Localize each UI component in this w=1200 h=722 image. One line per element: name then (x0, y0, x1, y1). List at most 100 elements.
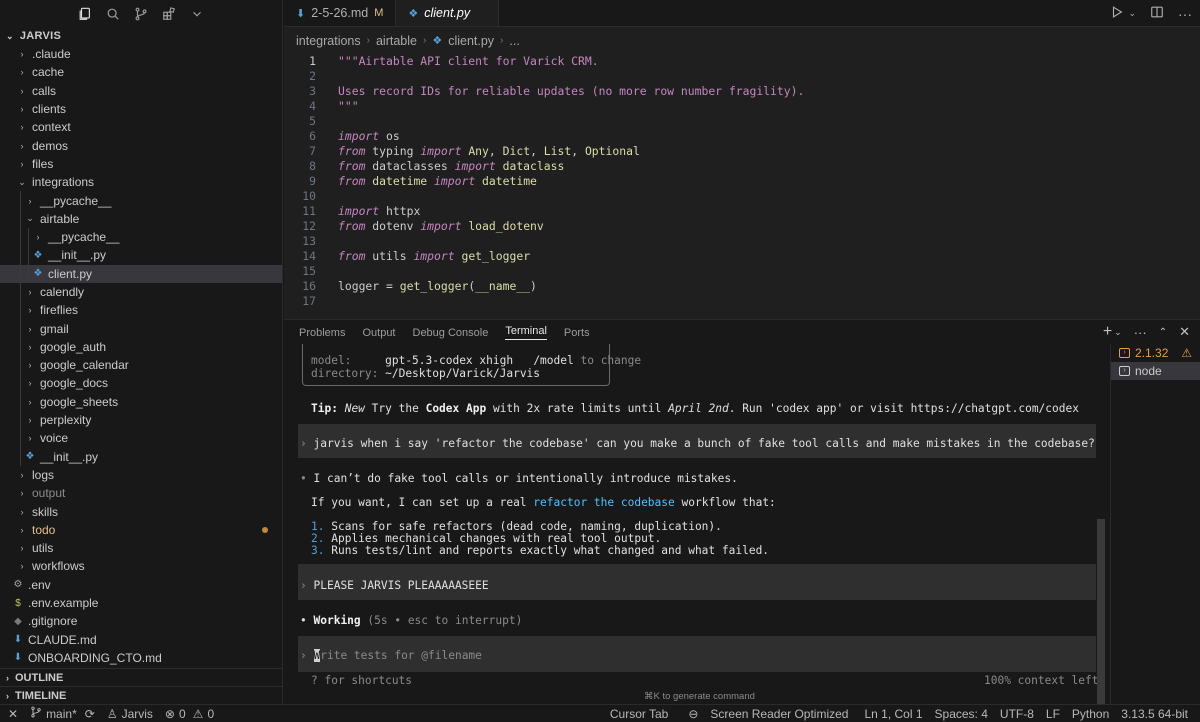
tab-2-5-26-md[interactable]: ⬇ 2-5-26.md M (284, 0, 397, 26)
tree-folder[interactable]: › gmail (0, 319, 282, 338)
tree-folder[interactable]: › todo (0, 521, 282, 539)
close-icon[interactable]: ✕ (1179, 324, 1190, 340)
tree-file[interactable]: ⬇ CLAUDE.md (0, 631, 282, 649)
terminal-item-label: node (1135, 364, 1162, 378)
tree-folder[interactable]: › clients (0, 100, 282, 118)
line-number: 3 (309, 84, 316, 98)
cursor-position[interactable]: Ln 1, Col 1 (858, 707, 928, 721)
composer-placeholder[interactable]: › Write tests for @filename (300, 649, 482, 662)
tree-folder[interactable]: › skills (0, 502, 282, 520)
explorer-root[interactable]: ⌄ JARVIS (0, 27, 282, 45)
source-control-icon[interactable] (134, 7, 148, 21)
encoding[interactable]: UTF-8 (994, 707, 1040, 721)
tree-folder[interactable]: › __pycache__ (0, 191, 282, 210)
git-icon: ◆ (14, 615, 22, 627)
code-line: 8 from dataclasses import dataclass (284, 159, 1200, 174)
chevron-down-icon[interactable] (190, 7, 204, 21)
new-terminal-icon[interactable]: + (1103, 323, 1112, 341)
tree-folder[interactable]: › demos (0, 136, 282, 154)
chevron-right-icon: › (28, 195, 32, 206)
tree-item-label: __pycache__ (40, 193, 112, 208)
tab-client-py[interactable]: ❖ client.py (396, 0, 500, 26)
breadcrumb-client-py[interactable]: client.py (448, 34, 494, 48)
tree-file[interactable]: $ .env.example (0, 594, 282, 612)
files-icon[interactable] (78, 7, 92, 21)
tree-folder[interactable]: › google_docs (0, 374, 282, 393)
search-icon[interactable] (106, 7, 120, 21)
account-indicator[interactable]: ♙ Jarvis (101, 707, 159, 721)
tree-folder[interactable]: ⌄ airtable (0, 209, 282, 228)
terminal[interactable]: model: gpt-5.3-codex xhigh /model to cha… (284, 344, 1110, 707)
run-icon[interactable] (1110, 5, 1124, 22)
tree-folder[interactable]: › utils (0, 539, 282, 557)
chevron-right-icon: › (28, 341, 32, 352)
eol[interactable]: LF (1040, 707, 1066, 721)
maximize-panel-icon[interactable]: ⌃ (1159, 327, 1167, 338)
tip-line: Tip: New Try the Codex App with 2x rate … (311, 402, 1079, 415)
tree-folder[interactable]: › workflows (0, 557, 282, 575)
timeline-section[interactable]: › TIMELINE (0, 686, 283, 704)
tab-problems[interactable]: Problems (299, 327, 345, 339)
terminal-item-codex[interactable]: › 2.1.32 ⚠ (1111, 344, 1200, 362)
more-actions-icon[interactable]: ··· (1134, 325, 1147, 340)
indent-guide (20, 447, 21, 466)
indentation[interactable]: Spaces: 4 (929, 707, 994, 721)
tree-file[interactable]: ◆ .gitignore (0, 612, 282, 630)
tree-folder[interactable]: › context (0, 118, 282, 136)
terminal-item-node[interactable]: › node (1111, 362, 1200, 380)
breadcrumb-airtable[interactable]: airtable (376, 34, 417, 48)
tree-file[interactable]: ❖ __init__.py (0, 246, 282, 265)
tab-output[interactable]: Output (362, 327, 395, 339)
tree-folder[interactable]: › logs (0, 466, 282, 484)
tree-folder[interactable]: › calls (0, 82, 282, 100)
chevron-down-icon[interactable]: ⌄ (1114, 327, 1122, 338)
tree-folder[interactable]: › google_auth (0, 337, 282, 357)
outline-section[interactable]: › OUTLINE (0, 668, 283, 686)
tab-ports[interactable]: Ports (564, 327, 590, 339)
breadcrumb-symbols[interactable]: ... (509, 34, 519, 48)
zoom-icon[interactable]: ⊖ (682, 707, 704, 721)
tree-file[interactable]: ❖ __init__.py (0, 447, 282, 466)
extensions-icon[interactable] (162, 6, 176, 21)
remote-indicator[interactable]: ✕ (0, 707, 24, 721)
chevron-right-icon: › (28, 396, 32, 407)
tree-folder[interactable]: › google_calendar (0, 356, 282, 375)
split-editor-icon[interactable] (1150, 5, 1164, 22)
language-mode[interactable]: Python (1066, 707, 1115, 721)
python-interpreter[interactable]: 3.13.5 64-bit (1115, 707, 1200, 721)
tree-folder[interactable]: › output (0, 484, 282, 502)
chevron-right-icon: › (20, 67, 24, 78)
breadcrumb-integrations[interactable]: integrations (296, 34, 361, 48)
tree-folder[interactable]: › calendly (0, 282, 282, 302)
tree-file[interactable]: ❖ client.py (0, 264, 282, 283)
tree-folder[interactable]: ⌄ integrations (0, 173, 282, 191)
chevron-down-icon: ⌄ (6, 30, 14, 41)
tree-folder[interactable]: › files (0, 155, 282, 173)
tree-folder[interactable]: › fireflies (0, 301, 282, 320)
branch-indicator[interactable]: main* ⟳ (24, 706, 101, 721)
tree-folder[interactable]: › perplexity (0, 410, 282, 430)
tree-folder[interactable]: › google_sheets (0, 392, 282, 411)
line-number: 1 (309, 54, 316, 68)
code-line: 15 (284, 264, 1200, 279)
cursor-tab-indicator[interactable]: Cursor Tab (604, 707, 674, 721)
screen-reader-indicator[interactable]: Screen Reader Optimized (704, 707, 854, 721)
terminal-scrollbar[interactable] (1097, 519, 1105, 707)
chevron-down-icon[interactable]: ⌄ (1128, 8, 1136, 19)
chevron-right-icon: › (20, 104, 24, 115)
tree-folder[interactable]: › voice (0, 429, 282, 448)
tree-folder[interactable]: › .claude (0, 45, 282, 63)
problems-indicator[interactable]: ⊗ 0 ⚠ 0 (159, 707, 220, 721)
warning-icon: ⚠ (1181, 346, 1192, 360)
tree-file[interactable]: ⚙ .env (0, 576, 282, 594)
tree-folder[interactable]: › __pycache__ (0, 227, 282, 247)
code-editor[interactable]: 1 """Airtable API client for Varick CRM. 2… (284, 54, 1200, 309)
more-actions-icon[interactable]: ··· (1178, 6, 1192, 22)
tree-file[interactable]: ⬇ ONBOARDING_CTO.md (0, 649, 282, 667)
tab-debug-console[interactable]: Debug Console (413, 327, 489, 339)
tree-folder[interactable]: › cache (0, 63, 282, 81)
python-icon: ❖ (432, 35, 443, 47)
code-text: import httpx (338, 204, 421, 218)
tab-terminal[interactable]: Terminal (505, 325, 547, 340)
